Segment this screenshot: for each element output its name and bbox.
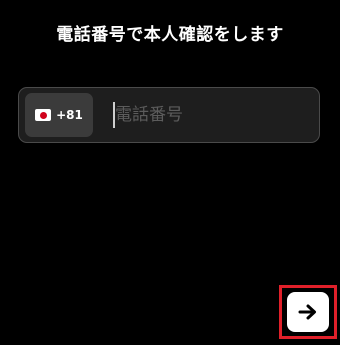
dial-code-label: +81	[56, 108, 83, 122]
japan-flag-icon	[35, 109, 52, 121]
text-cursor	[113, 102, 115, 128]
phone-number-input[interactable]	[111, 94, 315, 136]
page-title: 電話番号で本人確認をします	[56, 25, 284, 45]
phone-number-row: +81	[18, 87, 320, 143]
arrow-right-icon	[298, 304, 316, 320]
country-code-selector[interactable]: +81	[25, 93, 93, 137]
next-button[interactable]	[287, 292, 329, 332]
